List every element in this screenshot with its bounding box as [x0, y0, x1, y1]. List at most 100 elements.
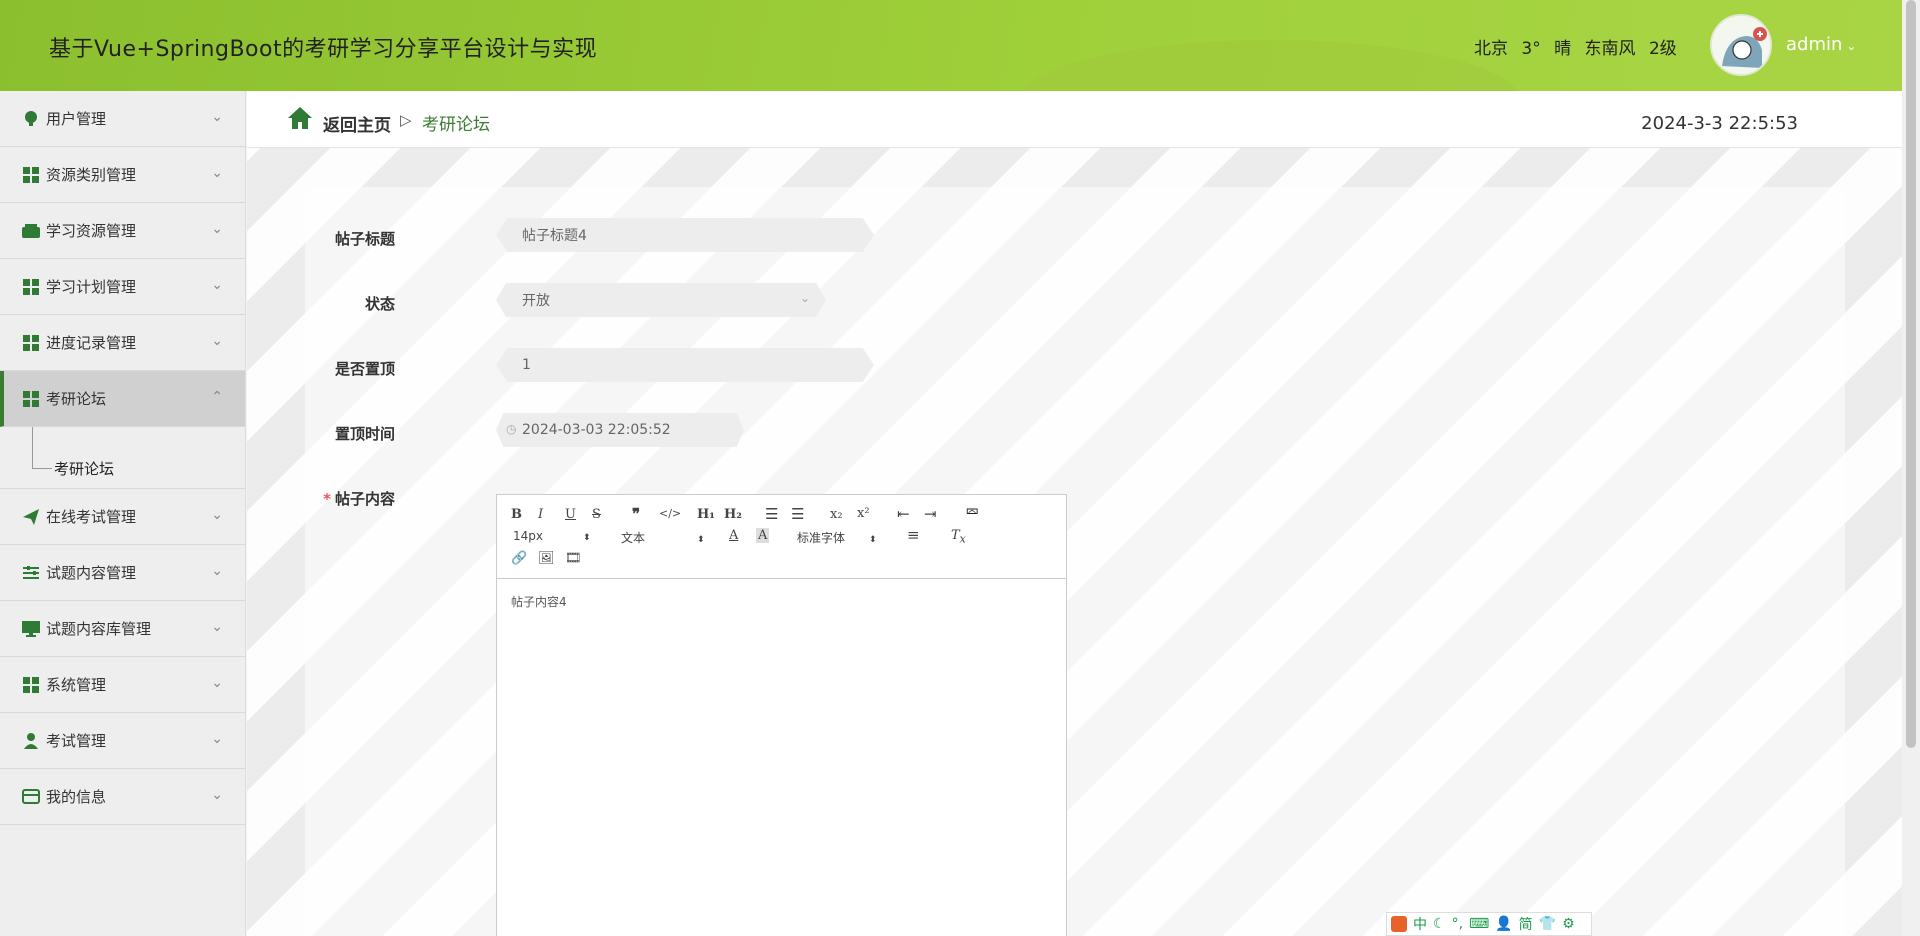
h2-button[interactable]: H₂	[724, 507, 742, 522]
rich-text-editor: B I U S ❞ </> H₁ H₂ ☰ ☰ x₂ x² ⇤ ⇥ 14px ⬍ …	[496, 494, 1067, 936]
is-top-input[interactable]: 1	[496, 348, 874, 382]
font-color-button[interactable]: A	[729, 528, 738, 543]
sidebar-subitem-forum[interactable]: 考研论坛	[54, 458, 114, 479]
content-label-text: 帖子内容	[334, 490, 395, 508]
header-decoration	[1020, 40, 1520, 91]
mouse-cursor-icon: ⮹	[965, 502, 980, 523]
bg-color-button[interactable]: A	[756, 528, 770, 543]
required-mark: *	[323, 490, 331, 508]
breadcrumb-home-link[interactable]: 返回主页	[323, 111, 391, 136]
link-icon[interactable]: 🔗	[511, 551, 527, 566]
scrollbar[interactable]	[1902, 0, 1920, 936]
grid-icon	[22, 334, 40, 352]
sidebar-item-user-management[interactable]: 用户管理 ⌄	[0, 91, 245, 147]
gear-icon[interactable]: ⚙	[1562, 916, 1575, 932]
ime-logo-icon	[1391, 916, 1407, 932]
bullet-list-button[interactable]: ☰	[791, 505, 804, 523]
grid-icon	[22, 166, 40, 184]
title-input[interactable]: 帖子标题4	[496, 218, 874, 252]
editor-toolbar: B I U S ❞ </> H₁ H₂ ☰ ☰ x₂ x² ⇤ ⇥ 14px ⬍ …	[497, 495, 1066, 579]
sidebar-item-label: 考试管理	[46, 732, 107, 750]
quote-button[interactable]: ❞	[632, 505, 640, 523]
grid-icon	[22, 278, 40, 296]
video-icon[interactable]: 🎞	[565, 551, 582, 566]
indent-button[interactable]: ⇥	[924, 505, 937, 523]
status-select-value: 开放	[522, 293, 550, 309]
is-top-label: 是否置顶	[334, 360, 395, 378]
outdent-button[interactable]: ⇤	[897, 505, 910, 523]
sidebar-item-label: 在线考试管理	[46, 508, 137, 526]
wallet-icon	[22, 222, 40, 240]
h1-button[interactable]: H₁	[697, 507, 715, 522]
tree-line	[32, 427, 33, 469]
top-time-picker[interactable]: ◷ 2024-03-03 22:05:52	[496, 413, 744, 447]
is-top-input-value: 1	[522, 357, 531, 373]
updown-icon: ⬍	[869, 535, 877, 545]
strike-button[interactable]: S	[592, 507, 601, 522]
ime-toolbar: 中 ☾ °, ⌨ 👤 简 👕 ⚙	[1386, 912, 1592, 936]
breadcrumb-current: 考研论坛	[422, 115, 490, 135]
punctuation-icon[interactable]: °,	[1452, 916, 1463, 932]
code-button[interactable]: </>	[659, 507, 681, 520]
title-input-value: 帖子标题4	[522, 228, 587, 244]
font-size-select[interactable]: 14px ⬍	[513, 529, 591, 543]
italic-button[interactable]: I	[538, 507, 543, 522]
clear-format-button[interactable]: Tx	[951, 528, 966, 546]
sidebar-item-learning-resources[interactable]: 学习资源管理 ⌄	[0, 203, 245, 259]
chevron-down-icon: ⌄	[211, 619, 223, 635]
content-label: * 帖子内容	[295, 488, 395, 509]
sidebar-item-online-exam[interactable]: 在线考试管理 ⌄	[0, 489, 245, 545]
sidebar-submenu: 考研论坛	[0, 427, 245, 489]
sidebar-item-label: 系统管理	[46, 676, 107, 694]
sidebar-item-question-bank[interactable]: 试题内容库管理 ⌄	[0, 601, 245, 657]
sidebar-item-resource-category[interactable]: 资源类别管理 ⌄	[0, 147, 245, 203]
sidebar-item-study-plan[interactable]: 学习计划管理 ⌄	[0, 259, 245, 315]
sidebar-item-my-info[interactable]: 我的信息 ⌄	[0, 769, 245, 825]
chevron-down-icon: ⌄	[211, 507, 223, 523]
status-select[interactable]: 开放 ⌄	[496, 283, 826, 317]
ime-lang-toggle[interactable]: 中	[1413, 914, 1427, 934]
block-format-select[interactable]: 文本 ⬍	[621, 529, 705, 546]
current-time: 2024-3-3 22:5:53	[1641, 113, 1798, 134]
sidebar-item-forum[interactable]: 考研论坛 ⌃	[0, 371, 245, 427]
sidebar-item-progress-records[interactable]: 进度记录管理 ⌄	[0, 315, 245, 371]
top-time-label: 置顶时间	[334, 425, 395, 443]
title-label: 帖子标题	[334, 230, 395, 248]
chevron-down-icon: ⌄	[211, 221, 223, 237]
font-family-select[interactable]: 标准字体 ⬍	[797, 529, 877, 546]
sidebar-item-system[interactable]: 系统管理 ⌄	[0, 657, 245, 713]
align-button[interactable]: ≡	[907, 526, 920, 544]
chevron-down-icon: ⌄	[1846, 39, 1857, 53]
moon-icon[interactable]: ☾	[1433, 916, 1446, 932]
shirt-icon[interactable]: 👕	[1539, 916, 1556, 932]
image-icon[interactable]: 🖼	[538, 551, 555, 566]
user-name: admin	[1786, 34, 1843, 55]
sidebar-item-exam-management[interactable]: 考试管理 ⌄	[0, 713, 245, 769]
ime-mode-toggle[interactable]: 简	[1519, 914, 1533, 934]
card-icon	[22, 788, 40, 806]
scroll-thumb[interactable]	[1906, 0, 1916, 748]
keyboard-icon[interactable]: ⌨	[1469, 916, 1489, 932]
top-time-value: 2024-03-03 22:05:52	[522, 422, 671, 438]
sidebar-item-label: 资源类别管理	[46, 166, 137, 184]
underline-button[interactable]: U	[565, 507, 576, 522]
sidebar-item-label: 试题内容管理	[46, 564, 137, 582]
clock-icon: ◷	[506, 422, 517, 436]
breadcrumb-separator: ▷	[400, 111, 412, 129]
sidebar-item-label: 学习计划管理	[46, 278, 137, 296]
chevron-down-icon: ⌄	[211, 277, 223, 293]
home-icon[interactable]	[287, 106, 313, 134]
avatar[interactable]	[1710, 14, 1772, 76]
user-menu[interactable]: admin ⌄	[1786, 34, 1856, 55]
updown-icon: ⬍	[583, 533, 591, 543]
user-icon[interactable]: 👤	[1495, 916, 1512, 932]
app-title: 基于Vue+SpringBoot的考研学习分享平台设计与实现	[49, 37, 598, 62]
superscript-button[interactable]: x²	[857, 506, 870, 521]
person-icon	[22, 732, 40, 750]
block-format-value: 文本	[621, 531, 646, 545]
subscript-button[interactable]: x₂	[830, 507, 843, 522]
sidebar-item-question-content[interactable]: 试题内容管理 ⌄	[0, 545, 245, 601]
bold-button[interactable]: B	[511, 507, 522, 522]
editor-content[interactable]: 帖子内容4	[497, 579, 1066, 624]
ordered-list-button[interactable]: ☰	[765, 505, 778, 523]
